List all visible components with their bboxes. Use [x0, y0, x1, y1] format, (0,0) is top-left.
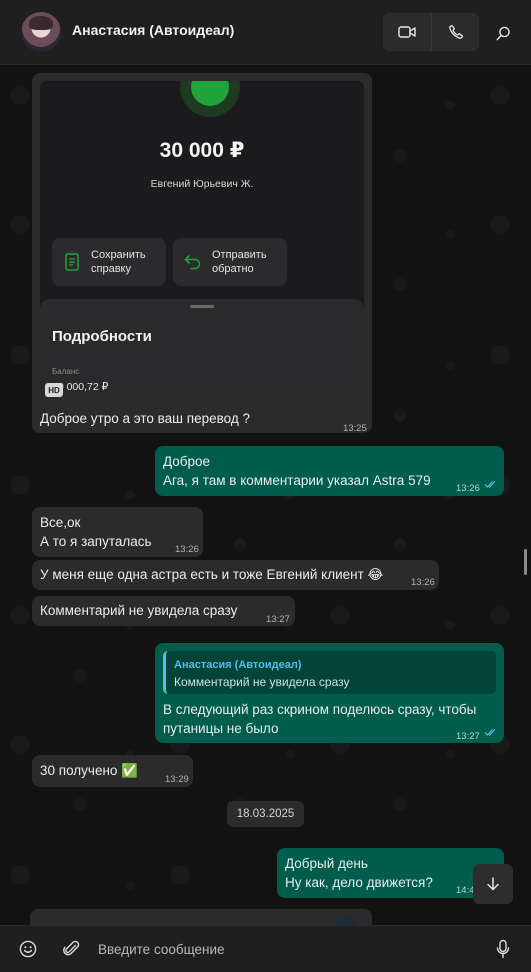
- emoji-button[interactable]: [17, 938, 39, 960]
- read-receipt-icon: [484, 481, 496, 488]
- search-button[interactable]: [490, 20, 516, 46]
- message-input[interactable]: [98, 936, 478, 962]
- document-icon: [65, 253, 79, 271]
- message-text: У меня еще одна астра есть и тоже Евгени…: [40, 567, 384, 582]
- message-time: 13:27: [456, 731, 480, 742]
- message-text: Доброе: [163, 454, 211, 469]
- save-label-line2: справку: [91, 263, 131, 275]
- microphone-icon: [496, 939, 510, 959]
- transfer-receipt-image[interactable]: 30 000 ₽ Евгений Юрьевич Ж. Сохранить сп…: [40, 81, 364, 393]
- contact-name[interactable]: Анастасия (Автоидеал): [72, 22, 234, 38]
- next-message-peek: [30, 909, 372, 925]
- message-text: путаницы не было: [163, 721, 279, 736]
- incoming-message[interactable]: Комментарий не увидела сразу 13:27: [32, 596, 295, 626]
- message-text: Ага, я там в комментарии указал Astra 57…: [163, 473, 431, 488]
- message-text: В следующий раз скрином поделюсь сразу, …: [163, 702, 477, 717]
- details-panel: Подробности Баланс 30 000,72 ₽: [40, 299, 364, 393]
- attach-icon: [63, 940, 80, 956]
- message-text: Добрый день: [285, 856, 368, 871]
- incoming-message[interactable]: 30 получено ✅ 13:29: [32, 755, 193, 787]
- chat-header: Анастасия (Автоидеал): [0, 0, 531, 65]
- sheet-grabber: [190, 305, 214, 308]
- scrollbar-thumb[interactable]: [524, 549, 527, 575]
- message-time: 13:26: [411, 577, 435, 588]
- attach-button[interactable]: [61, 938, 83, 960]
- video-call-button[interactable]: [383, 13, 431, 51]
- details-title: Подробности: [52, 328, 152, 345]
- outgoing-message[interactable]: Добрый день Ну как, дело движется? 14:4: [277, 848, 504, 898]
- outgoing-message[interactable]: Доброе Ага, я там в комментарии указал A…: [155, 446, 504, 496]
- composer-bar: [0, 925, 531, 972]
- message-time: 14:4: [456, 885, 475, 896]
- emoji-icon: [19, 940, 37, 958]
- hd-badge: HD: [45, 383, 63, 397]
- message-text: Комментарий не увидела сразу: [40, 603, 238, 618]
- send-label-line1: Отправить: [212, 249, 267, 261]
- transfer-amount: 30 000 ₽: [159, 139, 245, 162]
- message-time: 13:26: [175, 544, 199, 555]
- save-label-line1: Сохранить: [91, 249, 146, 261]
- message-text: Доброе утро а это ваш перевод ?: [40, 411, 250, 426]
- read-receipt-icon: [484, 729, 496, 736]
- incoming-message[interactable]: Все,ок А то я запуталась 13:26: [32, 507, 203, 557]
- chevron-down-icon: [487, 877, 499, 891]
- message-time: 13:27: [266, 614, 290, 625]
- incoming-message[interactable]: У меня еще одна астра есть и тоже Евгени…: [32, 560, 439, 590]
- search-icon: [495, 26, 510, 40]
- quoted-message[interactable]: Анастасия (Автоидеал) Комментарий не уви…: [163, 651, 496, 694]
- save-receipt-button: Сохранить справку: [52, 238, 166, 286]
- voice-call-icon: [448, 24, 463, 39]
- message-time: 13:29: [165, 774, 189, 785]
- message-text: 30 получено ✅: [40, 763, 138, 778]
- image-message[interactable]: 30 000 ₽ Евгений Юрьевич Ж. Сохранить сп…: [32, 73, 372, 434]
- send-label-line2: обратно: [212, 263, 254, 275]
- date-separator: 18.03.2025: [227, 801, 304, 827]
- scroll-to-bottom-button[interactable]: [473, 864, 513, 904]
- bank-logo-icon: [180, 81, 240, 117]
- transfer-recipient: Евгений Юрьевич Ж.: [150, 178, 254, 190]
- voice-message-button[interactable]: [492, 938, 514, 960]
- message-list[interactable]: 30 000 ₽ Евгений Юрьевич Ж. Сохранить сп…: [0, 65, 531, 925]
- call-buttons: [383, 13, 479, 51]
- message-time: 13:26: [456, 483, 480, 494]
- message-text: Ну как, дело движется?: [285, 875, 433, 890]
- voice-call-button[interactable]: [431, 13, 479, 51]
- return-arrow-icon: [184, 255, 201, 270]
- quoted-text: Комментарий не увидела сразу: [174, 675, 350, 689]
- contact-avatar[interactable]: [21, 12, 61, 52]
- message-text: Все,ок: [40, 515, 81, 530]
- message-text: А то я запуталась: [40, 534, 152, 549]
- send-back-button: Отправить обратно: [173, 238, 287, 286]
- message-time: 13:25: [343, 423, 367, 434]
- video-call-icon: [398, 26, 416, 38]
- outgoing-reply-message[interactable]: Анастасия (Автоидеал) Комментарий не уви…: [155, 643, 504, 743]
